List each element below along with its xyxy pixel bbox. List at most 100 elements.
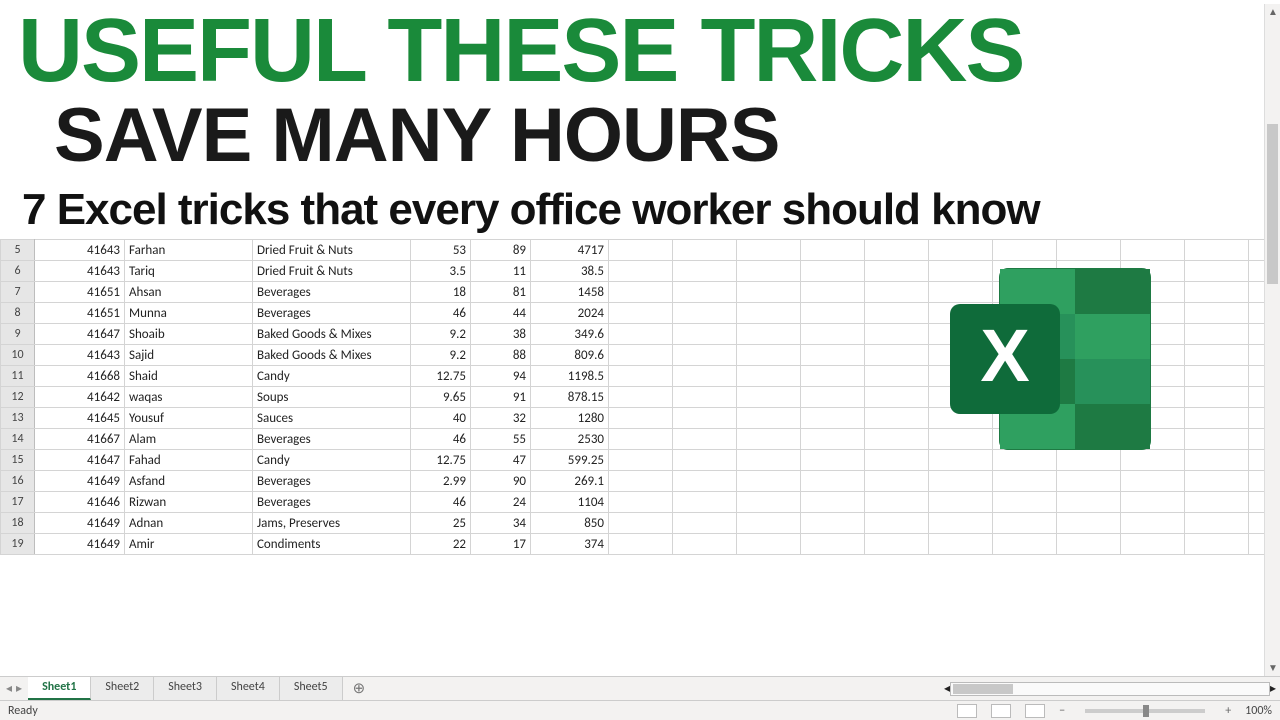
vertical-scroll-thumb[interactable] bbox=[1267, 124, 1278, 284]
cell[interactable] bbox=[609, 408, 673, 429]
cell[interactable]: Shaid bbox=[125, 366, 253, 387]
cell[interactable] bbox=[609, 387, 673, 408]
cell[interactable]: 1458 bbox=[531, 282, 609, 303]
cell[interactable] bbox=[1185, 429, 1249, 450]
cell[interactable] bbox=[865, 450, 929, 471]
cell[interactable] bbox=[1185, 345, 1249, 366]
cell[interactable] bbox=[865, 387, 929, 408]
cell[interactable]: 41645 bbox=[35, 408, 125, 429]
cell[interactable] bbox=[801, 492, 865, 513]
cell[interactable]: Sauces bbox=[253, 408, 411, 429]
cell[interactable] bbox=[1057, 471, 1121, 492]
cell[interactable] bbox=[993, 471, 1057, 492]
row-header[interactable]: 8 bbox=[1, 303, 35, 324]
cell[interactable]: Beverages bbox=[253, 282, 411, 303]
cell[interactable] bbox=[609, 450, 673, 471]
cell[interactable] bbox=[865, 240, 929, 261]
row-header[interactable]: 10 bbox=[1, 345, 35, 366]
cell[interactable] bbox=[737, 492, 801, 513]
cell[interactable]: 46 bbox=[411, 303, 471, 324]
cell[interactable]: 349.6 bbox=[531, 324, 609, 345]
cell[interactable] bbox=[673, 387, 737, 408]
table-row[interactable]: 1841649AdnanJams, Preserves2534850 bbox=[1, 513, 1280, 534]
cell[interactable] bbox=[1185, 240, 1249, 261]
cell[interactable] bbox=[1185, 492, 1249, 513]
cell[interactable]: waqas bbox=[125, 387, 253, 408]
cell[interactable] bbox=[673, 366, 737, 387]
cell[interactable] bbox=[865, 492, 929, 513]
cell[interactable] bbox=[609, 345, 673, 366]
cell[interactable]: 41643 bbox=[35, 240, 125, 261]
cell[interactable]: 41646 bbox=[35, 492, 125, 513]
cell[interactable] bbox=[1185, 366, 1249, 387]
cell[interactable] bbox=[1185, 324, 1249, 345]
sheet-tab[interactable]: Sheet5 bbox=[280, 677, 343, 700]
cell[interactable] bbox=[673, 492, 737, 513]
cell[interactable] bbox=[801, 345, 865, 366]
cell[interactable] bbox=[737, 408, 801, 429]
cell[interactable] bbox=[1057, 513, 1121, 534]
row-header[interactable]: 16 bbox=[1, 471, 35, 492]
cell[interactable]: Dried Fruit & Nuts bbox=[253, 240, 411, 261]
view-page-layout-button[interactable] bbox=[991, 704, 1011, 718]
cell[interactable] bbox=[929, 240, 993, 261]
cell[interactable] bbox=[737, 366, 801, 387]
cell[interactable] bbox=[865, 282, 929, 303]
cell[interactable] bbox=[609, 492, 673, 513]
table-row[interactable]: 1941649AmirCondiments2217374 bbox=[1, 534, 1280, 555]
cell[interactable]: Baked Goods & Mixes bbox=[253, 324, 411, 345]
cell[interactable] bbox=[673, 450, 737, 471]
sheet-tab[interactable]: Sheet2 bbox=[91, 677, 154, 700]
cell[interactable] bbox=[801, 240, 865, 261]
cell[interactable]: 91 bbox=[471, 387, 531, 408]
zoom-level[interactable]: 100% bbox=[1245, 704, 1272, 718]
cell[interactable]: 25 bbox=[411, 513, 471, 534]
cell[interactable]: 46 bbox=[411, 429, 471, 450]
row-header[interactable]: 13 bbox=[1, 408, 35, 429]
cell[interactable]: 94 bbox=[471, 366, 531, 387]
cell[interactable] bbox=[673, 471, 737, 492]
cell[interactable]: 18 bbox=[411, 282, 471, 303]
scroll-down-icon[interactable]: ▼ bbox=[1265, 660, 1280, 676]
cell[interactable]: Farhan bbox=[125, 240, 253, 261]
cell[interactable]: 88 bbox=[471, 345, 531, 366]
row-header[interactable]: 6 bbox=[1, 261, 35, 282]
cell[interactable] bbox=[929, 492, 993, 513]
cell[interactable] bbox=[673, 408, 737, 429]
cell[interactable]: 47 bbox=[471, 450, 531, 471]
table-row[interactable]: 1641649AsfandBeverages2.9990269.1 bbox=[1, 471, 1280, 492]
cell[interactable]: 41651 bbox=[35, 303, 125, 324]
cell[interactable] bbox=[737, 429, 801, 450]
cell[interactable] bbox=[801, 450, 865, 471]
cell[interactable] bbox=[609, 261, 673, 282]
cell[interactable] bbox=[801, 408, 865, 429]
cell[interactable] bbox=[673, 282, 737, 303]
cell[interactable]: 34 bbox=[471, 513, 531, 534]
cell[interactable] bbox=[737, 345, 801, 366]
cell[interactable]: 41667 bbox=[35, 429, 125, 450]
cell[interactable] bbox=[993, 534, 1057, 555]
cell[interactable] bbox=[801, 261, 865, 282]
cell[interactable]: 1198.5 bbox=[531, 366, 609, 387]
cell[interactable] bbox=[929, 513, 993, 534]
zoom-out-button[interactable]: − bbox=[1057, 704, 1067, 718]
cell[interactable] bbox=[865, 408, 929, 429]
cell[interactable]: Alam bbox=[125, 429, 253, 450]
cell[interactable] bbox=[801, 387, 865, 408]
cell[interactable]: Soups bbox=[253, 387, 411, 408]
cell[interactable]: Rizwan bbox=[125, 492, 253, 513]
cell[interactable]: Jams, Preserves bbox=[253, 513, 411, 534]
cell[interactable] bbox=[865, 303, 929, 324]
cell[interactable] bbox=[1057, 492, 1121, 513]
cell[interactable] bbox=[737, 324, 801, 345]
cell[interactable]: 41647 bbox=[35, 324, 125, 345]
row-header[interactable]: 17 bbox=[1, 492, 35, 513]
cell[interactable] bbox=[865, 513, 929, 534]
cell[interactable] bbox=[865, 534, 929, 555]
sheet-tab[interactable]: Sheet4 bbox=[217, 677, 280, 700]
cell[interactable] bbox=[609, 366, 673, 387]
cell[interactable] bbox=[993, 240, 1057, 261]
cell[interactable] bbox=[1185, 282, 1249, 303]
cell[interactable] bbox=[609, 324, 673, 345]
cell[interactable]: Dried Fruit & Nuts bbox=[253, 261, 411, 282]
